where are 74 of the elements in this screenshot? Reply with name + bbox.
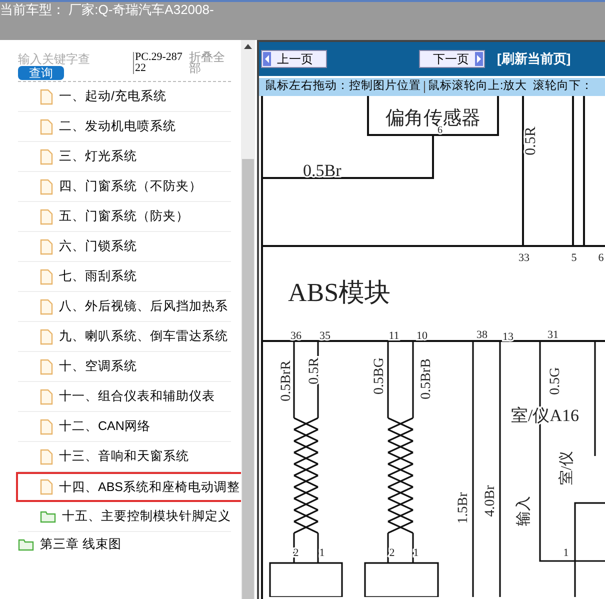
tree-item[interactable]: 十一、组合仪表和辅助仪表 [18,382,231,412]
document-icon [40,148,53,164]
document-icon [40,268,53,284]
diagram-label: 6 [438,125,442,136]
folder-icon [18,538,34,550]
document-icon [40,238,53,254]
right-arrow-icon [475,52,483,66]
document-icon [40,208,53,224]
diagram-label: 1 [413,547,419,559]
tree-item[interactable]: 第三章 线束图 [18,532,231,556]
tree-item[interactable]: 十、空调系统 [18,352,231,382]
tree-item[interactable]: 六、门锁系统 [18,232,231,262]
tree-item[interactable]: 十四、ABS系统和座椅电动调整 [16,472,243,502]
tree-item[interactable]: 二、发动机电喷系统 [18,112,231,142]
diagram-label: 0.5R [307,358,322,384]
diagram-label: 输入 [516,496,532,526]
folder-icon [40,510,56,523]
scrollbar-thumb[interactable] [242,159,254,599]
diagram-label: 0.5Br [303,161,342,180]
diagram-label: 33 [518,252,530,264]
document-icon [40,418,53,434]
diagram-label: 5 [571,252,577,264]
tree-item[interactable]: 五、门窗系统（防夹） [18,202,231,232]
document-icon [40,479,53,495]
diagram-label: 0.5BrB [419,358,434,400]
diagram-label: 10 [416,330,428,342]
search-button[interactable]: 查询 [18,66,64,80]
document-icon [40,328,53,344]
tree-item[interactable]: 十二、CAN网络 [18,412,231,442]
scroll-up-icon[interactable] [244,44,252,49]
document-icon [40,298,53,314]
diagram-label: 0.5BG [372,358,387,394]
car-model-title: 当前车型： 厂家:Q-奇瑞汽车A32008- [0,2,215,18]
refresh-page-link[interactable]: [刷新当前页] [497,49,571,69]
tree-item[interactable]: 三、灯光系统 [18,142,231,172]
scrollbar[interactable] [241,40,255,599]
document-icon [40,448,53,464]
document-icon [40,118,53,134]
search-field[interactable]: 输入关键字查 [18,52,102,66]
tree-item[interactable]: 一、起动/充电系统 [18,82,231,112]
diagram-label: 2 [389,547,395,559]
diagram-label: 室/仪 [559,450,575,486]
previous-page-button[interactable]: 上一页 [261,50,327,68]
diagram-label: 4.0Br [483,485,498,517]
diagram-label: 36 [290,330,302,342]
tree-item[interactable]: 七、雨刮系统 [18,262,231,292]
diagram-label: 1 [319,547,325,559]
diagram-label: 0.5G [548,367,563,395]
hint-text: 鼠标滚轮向上:放大 [428,78,528,94]
document-icon [40,358,53,374]
tree-item[interactable]: 九、喇叭系统、倒车雷达系统 [18,322,231,352]
hint-text: 滚轮向下： [533,78,594,94]
diagram-label: 1 [563,547,569,559]
tree-item[interactable]: 四、门窗系统（不防夹） [18,172,231,202]
diagram-label: 0.5BrR [279,360,294,402]
diagram-label: 38 [476,329,488,341]
tree-item[interactable]: 八、外后视镜、后风挡加热系 [18,292,231,322]
diagram-label: 31 [548,329,558,341]
hint-text: 鼠标左右拖动：控制图片位置 [265,78,421,94]
document-icon [40,388,53,404]
diagram-label: 0.5R [523,126,539,156]
left-arrow-icon [263,52,271,66]
diagram-label: ABS模块 [288,278,391,307]
code-text: PC.29-28722 [133,52,185,74]
diagram-label: 11 [388,330,400,342]
diagram-label: 13 [502,331,514,343]
document-icon [40,178,53,194]
diagram-label: 6 [598,252,604,264]
next-page-button[interactable]: 下一页 [419,50,485,68]
tree-item[interactable]: 十三、音响和天窗系统 [18,442,231,472]
diagram-label: 1.5Br [456,492,471,524]
tree-item[interactable]: 十五、主要控制模块针脚定义 [18,502,231,532]
diagram-label: 35 [320,330,330,342]
document-icon [40,88,53,104]
